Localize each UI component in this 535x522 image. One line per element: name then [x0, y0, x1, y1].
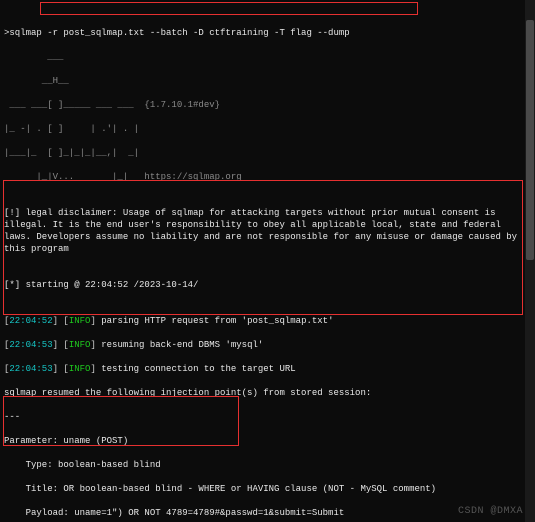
log-line: [22:04:53] [INFO] resuming back-end DBMS… — [4, 339, 531, 351]
highlight-box-flag — [3, 396, 239, 446]
logo-l1: ___ — [4, 51, 531, 63]
terminal-output: >sqlmap -r post_sqlmap.txt --batch -D ct… — [0, 0, 535, 522]
scrollbar[interactable] — [525, 0, 535, 522]
logo-l4: |_ -| . [ ] | .'| . | — [4, 123, 531, 135]
inj-t1c: Payload: uname=1") OR NOT 4789=4789#&pas… — [4, 507, 531, 519]
highlight-box-injection — [3, 180, 523, 315]
highlight-box-cmd — [40, 2, 418, 15]
logo-l5: |___|_ [ ]_|_|_|__,| _| — [4, 147, 531, 159]
command-text: >sqlmap -r post_sqlmap.txt --batch -D ct… — [4, 28, 350, 38]
logo-l3: ___ ___[ ]_____ ___ ___ {1.7.10.1#dev} — [4, 99, 531, 111]
log-line: [22:04:53] [INFO] testing connection to … — [4, 363, 531, 375]
scrollbar-thumb[interactable] — [526, 20, 534, 260]
logo-l2: __H__ — [4, 75, 531, 87]
log-line: [22:04:52] [INFO] parsing HTTP request f… — [4, 315, 531, 327]
inj-t1a: Type: boolean-based blind — [4, 459, 531, 471]
inj-t1b: Title: OR boolean-based blind - WHERE or… — [4, 483, 531, 495]
watermark: CSDN @DMXA — [458, 506, 523, 518]
